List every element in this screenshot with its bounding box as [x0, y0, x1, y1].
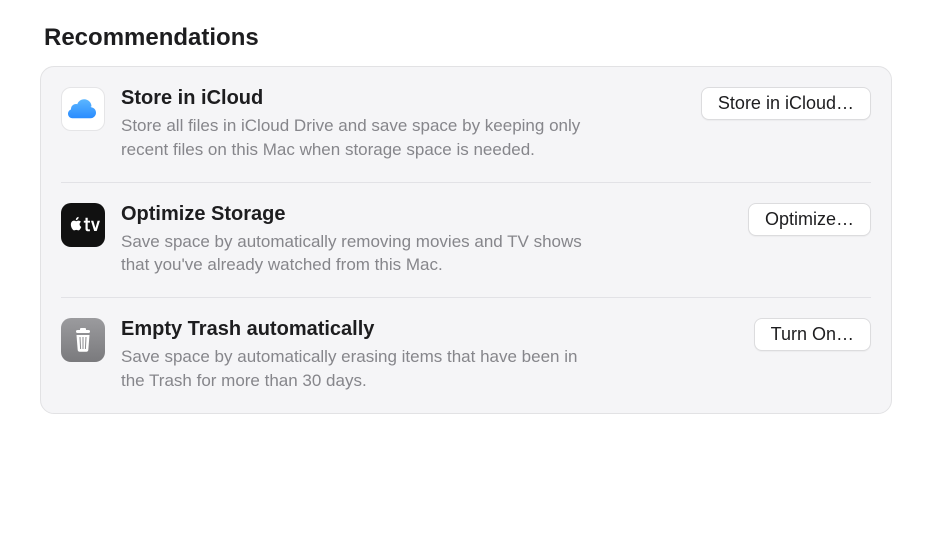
row-description-trash: Save space by automatically erasing item… [121, 345, 601, 393]
row-body: Empty Trash automatically Save space by … [121, 318, 738, 393]
row-title-trash: Empty Trash automatically [121, 318, 728, 341]
icloud-icon [61, 87, 105, 131]
store-in-icloud-button[interactable]: Store in iCloud… [701, 87, 871, 120]
row-title-optimize: Optimize Storage [121, 203, 722, 226]
row-action: Optimize… [748, 203, 871, 236]
recommendation-row-trash: Empty Trash automatically Save space by … [61, 297, 871, 413]
optimize-button[interactable]: Optimize… [748, 203, 871, 236]
row-description-optimize: Save space by automatically removing mov… [121, 230, 601, 278]
recommendation-row-icloud: Store in iCloud Store all files in iClou… [61, 67, 871, 182]
row-action: Turn On… [754, 318, 871, 351]
row-action: Store in iCloud… [701, 87, 871, 120]
turn-on-button[interactable]: Turn On… [754, 318, 871, 351]
section-title: Recommendations [44, 24, 892, 52]
row-body: Optimize Storage Save space by automatic… [121, 203, 732, 278]
recommendation-row-optimize: Optimize Storage Save space by automatic… [61, 182, 871, 298]
row-description-icloud: Store all files in iCloud Drive and save… [121, 114, 601, 162]
trash-icon [61, 318, 105, 362]
apple-tv-icon [61, 203, 105, 247]
recommendations-panel: Store in iCloud Store all files in iClou… [40, 66, 892, 414]
row-body: Store in iCloud Store all files in iClou… [121, 87, 685, 162]
row-title-icloud: Store in iCloud [121, 87, 675, 110]
